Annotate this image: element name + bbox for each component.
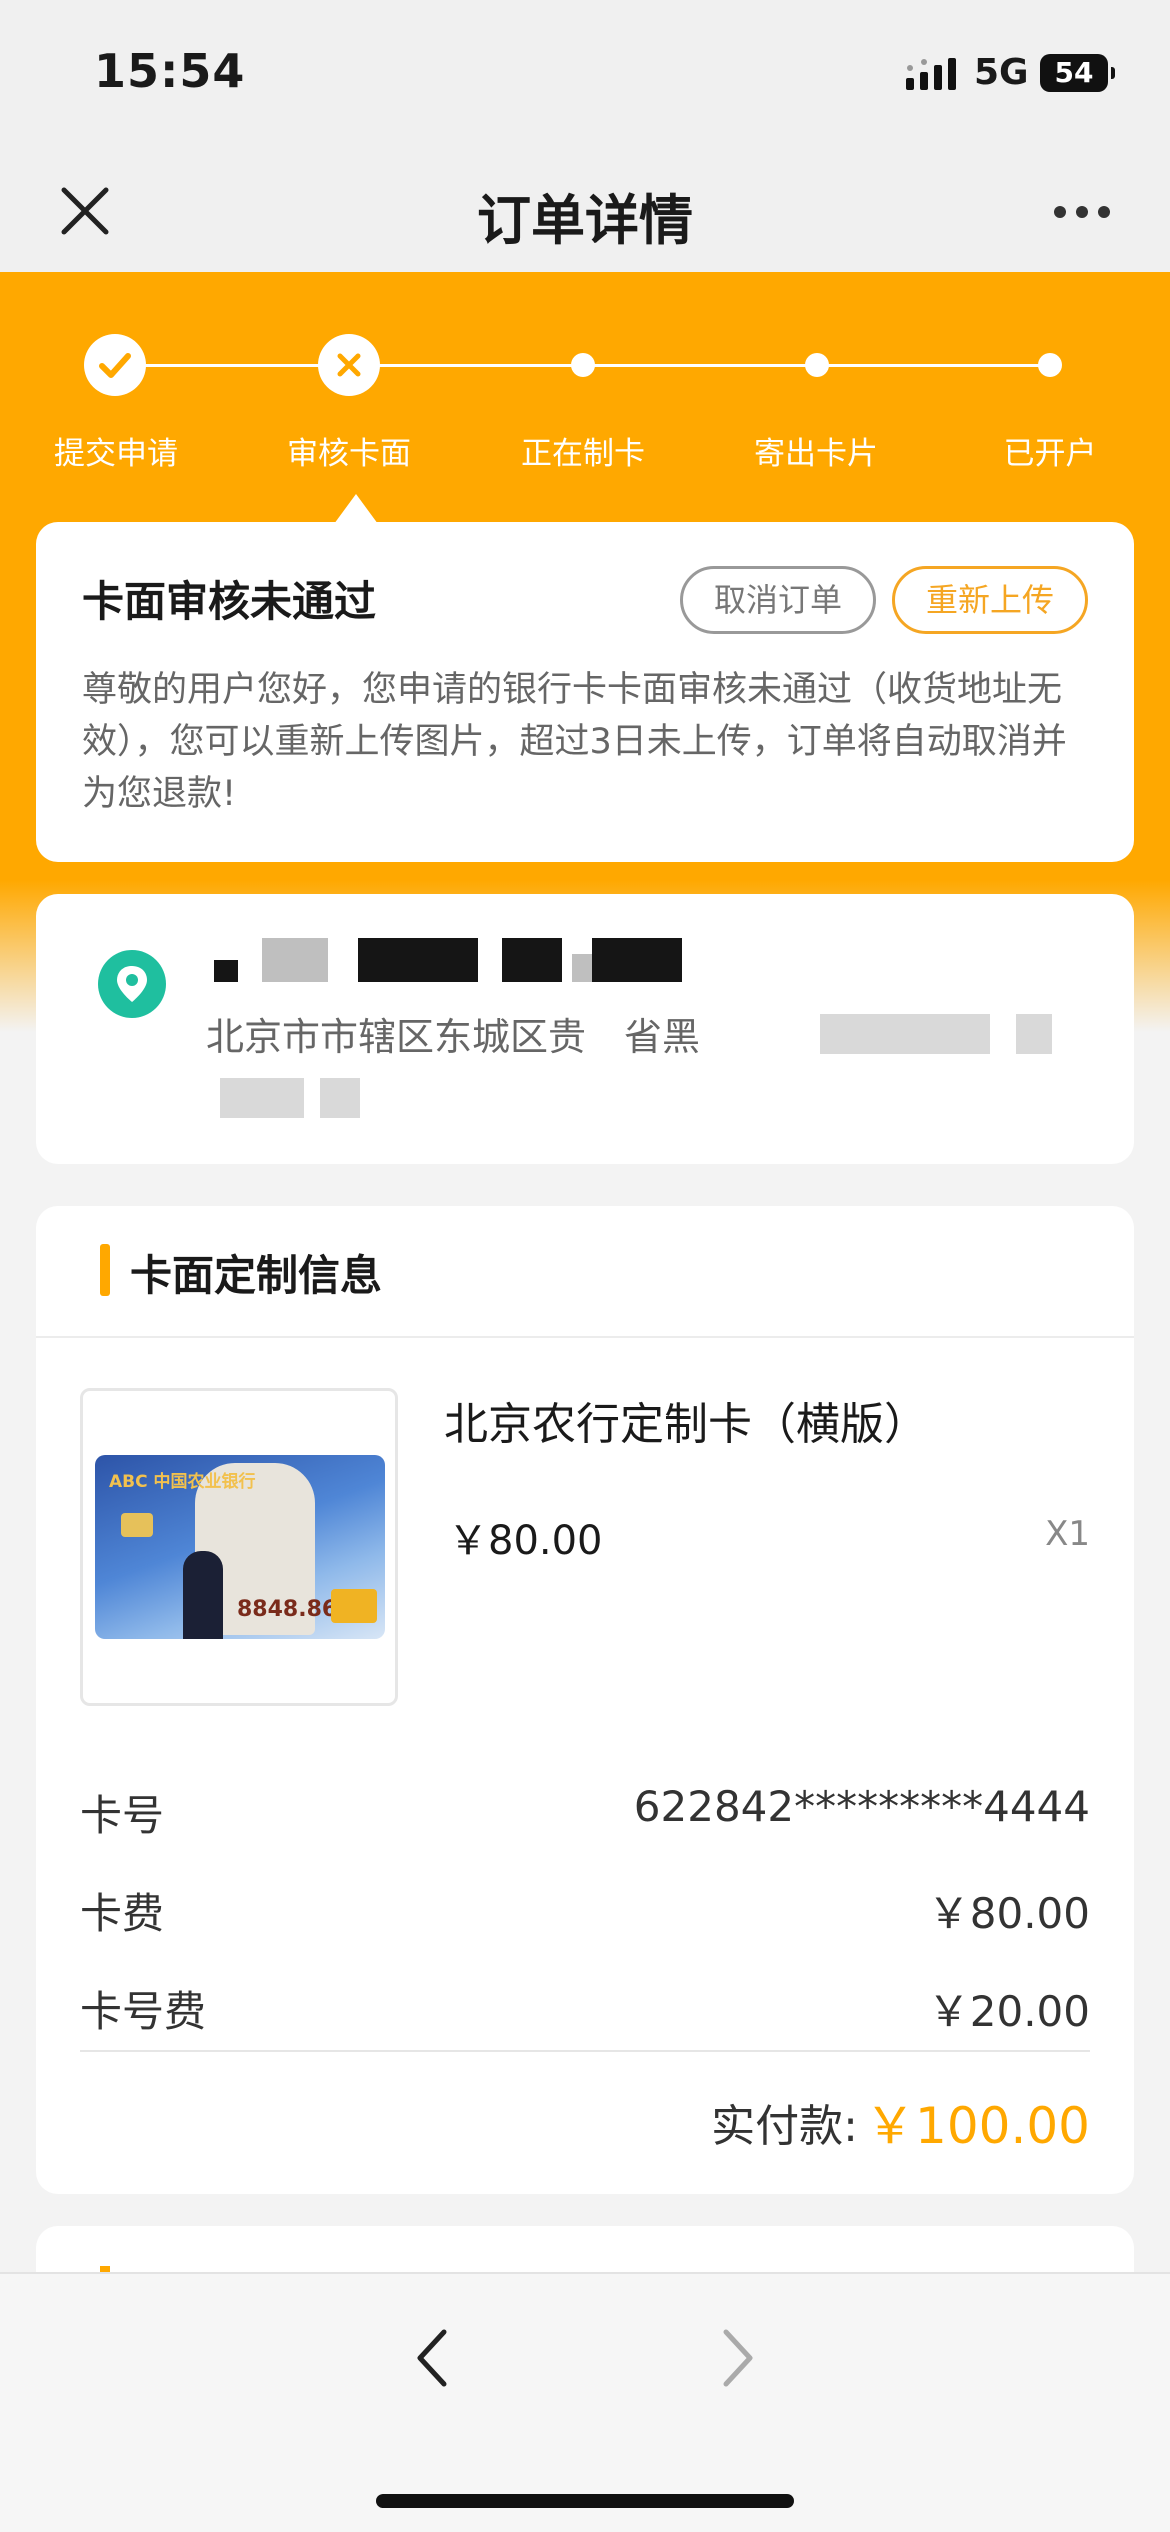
total-amount: ￥100.00	[865, 2097, 1090, 2155]
card-customization-section: 卡面定制信息 ABC 中国农业银行 8848.86 北京农行定制卡（横版） ￥8…	[36, 1206, 1134, 2194]
review-status-card: 卡面审核未通过 取消订单 重新上传 尊敬的用户您好，您申请的银行卡卡面审核未通过…	[36, 522, 1134, 862]
redacted-name	[214, 960, 238, 982]
detail-value: 622842*********4444	[633, 1782, 1090, 1831]
redacted-address	[220, 1078, 304, 1118]
cancel-order-button[interactable]: 取消订单	[680, 566, 876, 634]
step-label: 寄出卡片	[754, 436, 878, 472]
address-card[interactable]: 北京市市辖区东城区贵州省黑	[36, 894, 1134, 1164]
divider	[36, 1336, 1134, 1338]
product-price: ￥80.00	[448, 1518, 603, 1564]
review-status-title: 卡面审核未通过	[82, 577, 377, 626]
card-image-number: 8848.86	[237, 1597, 338, 1622]
detail-label: 卡费	[80, 1889, 165, 1938]
step-label: 正在制卡	[521, 436, 645, 472]
redacted-name	[262, 938, 328, 982]
battery-icon: 54	[1040, 54, 1115, 92]
section-title: 卡面定制信息	[130, 1251, 383, 1300]
redacted-address	[820, 1014, 990, 1054]
review-status-message: 尊敬的用户您好，您申请的银行卡卡面审核未通过（收货地址无效），您可以重新上传图片…	[82, 670, 1067, 814]
location-pin-icon	[98, 950, 166, 1018]
page-title: 订单详情	[477, 189, 693, 252]
divider	[80, 2050, 1090, 2052]
detail-label: 卡号	[80, 1791, 165, 1840]
product-quantity: X1	[1045, 1514, 1090, 1554]
redacted-name	[502, 938, 562, 982]
detail-value: ￥80.00	[927, 1889, 1090, 1938]
home-indicator[interactable]	[376, 2494, 794, 2508]
card-design-image: ABC 中国农业银行 8848.86	[95, 1455, 385, 1639]
bottom-toolbar	[0, 2272, 1170, 2532]
status-time: 15:54	[94, 44, 246, 98]
address-text: 北京市市辖区东城区贵州省黑	[206, 1015, 701, 1059]
redacted-name	[358, 938, 478, 982]
network-label: 5G	[974, 52, 1029, 93]
step-4-dot	[805, 353, 829, 377]
step-5-dot	[1038, 353, 1062, 377]
check-icon	[99, 353, 131, 378]
x-icon	[337, 353, 361, 377]
unionpay-logo-icon	[331, 1589, 377, 1623]
chip-icon	[121, 1513, 153, 1537]
card-pointer	[334, 494, 378, 524]
total-label: 实付款:	[711, 2101, 858, 2152]
redacted-name	[592, 938, 682, 982]
step-label: 提交申请	[54, 436, 178, 472]
signal-icon	[906, 58, 956, 90]
status-bar: 15:54 5G 54	[0, 0, 1170, 150]
chevron-left-icon[interactable]	[402, 2318, 466, 2398]
detail-label: 卡号费	[80, 1987, 207, 2036]
step-label: 已开户	[1003, 436, 1097, 472]
chevron-right-icon[interactable]	[704, 2318, 768, 2398]
nav-bar: 订单详情	[0, 150, 1170, 272]
step-label: 审核卡面	[287, 436, 411, 472]
reupload-button[interactable]: 重新上传	[892, 566, 1088, 634]
product-name: 北京农行定制卡（横版）	[444, 1399, 928, 1450]
section-accent-bar	[100, 1244, 110, 1296]
redacted-address	[1016, 1014, 1052, 1054]
more-icon[interactable]	[1046, 176, 1118, 246]
card-thumbnail[interactable]: ABC 中国农业银行 8848.86	[80, 1388, 398, 1706]
step-3-dot	[571, 353, 595, 377]
bank-logo-text: ABC 中国农业银行	[109, 1472, 256, 1492]
redacted-address	[584, 1014, 624, 1056]
redacted-address	[320, 1078, 360, 1118]
step-1-check	[84, 334, 146, 396]
step-2-failed	[318, 334, 380, 396]
detail-value: ￥20.00	[927, 1987, 1090, 2036]
